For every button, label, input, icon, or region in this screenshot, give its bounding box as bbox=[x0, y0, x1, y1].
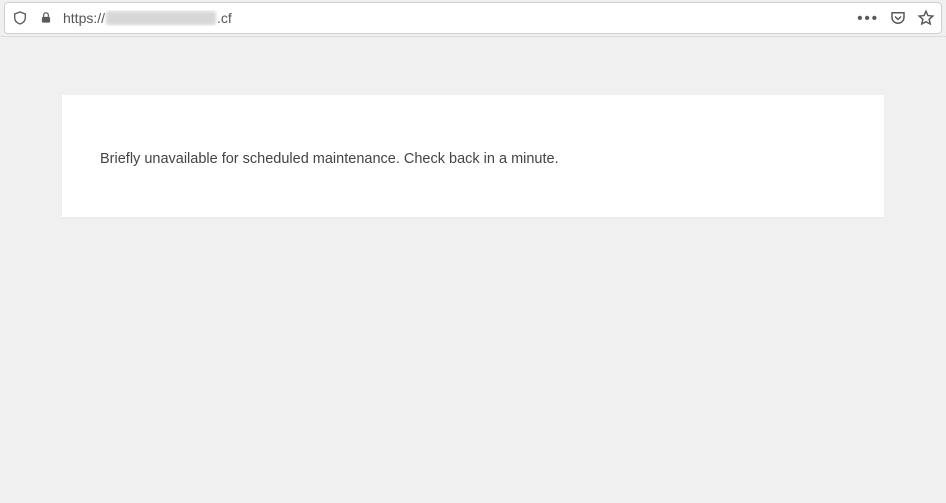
url-suffix: .cf bbox=[217, 10, 232, 26]
page-viewport: Briefly unavailable for scheduled mainte… bbox=[0, 37, 946, 217]
url-prefix: https:// bbox=[63, 10, 105, 26]
lock-icon[interactable] bbox=[37, 9, 55, 27]
pocket-icon[interactable] bbox=[889, 9, 907, 27]
url-text[interactable]: https:// .cf bbox=[63, 10, 841, 26]
bookmark-star-icon[interactable] bbox=[917, 9, 935, 27]
content-card: Briefly unavailable for scheduled mainte… bbox=[62, 95, 884, 217]
shield-icon[interactable] bbox=[11, 9, 29, 27]
maintenance-message: Briefly unavailable for scheduled mainte… bbox=[100, 151, 846, 167]
address-bar[interactable]: https:// .cf ••• bbox=[4, 2, 942, 34]
url-redacted-segment bbox=[106, 11, 216, 25]
more-menu-icon[interactable]: ••• bbox=[857, 11, 879, 26]
address-bar-actions: ••• bbox=[857, 9, 935, 27]
